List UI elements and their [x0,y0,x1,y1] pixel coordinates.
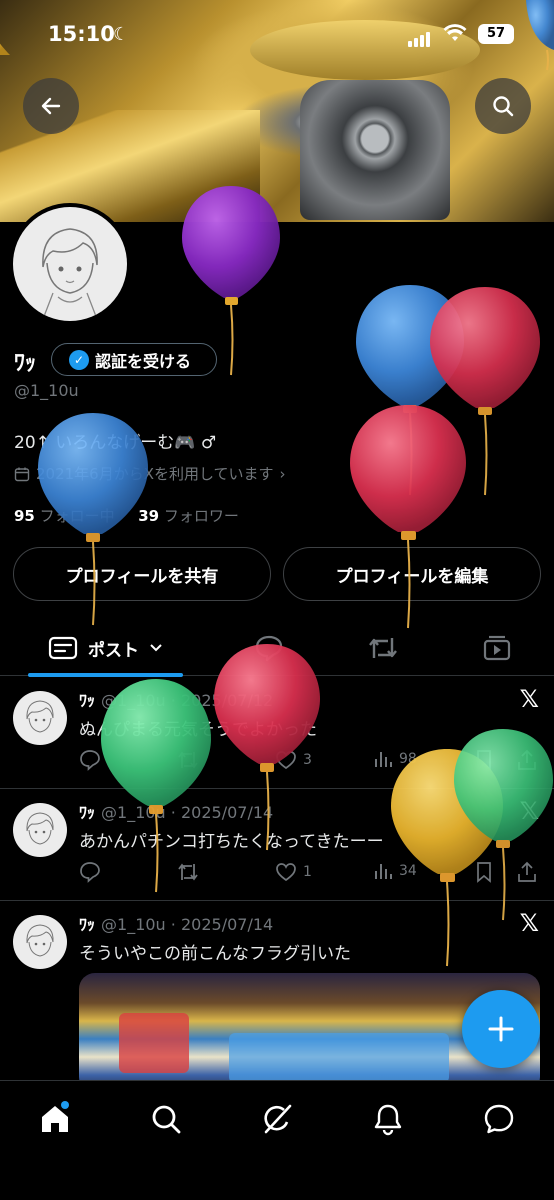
join-date-text: 2021年6月からXを利用しています [36,465,274,483]
bookmark-button[interactable] [475,749,493,771]
x-logo-icon: 𝕏 [519,909,539,937]
profile-name: ﾜｯ [14,351,37,376]
repost-tab-icon [369,638,397,658]
messages-icon [484,1104,514,1134]
like-icon [276,751,296,770]
repost-button[interactable] [176,749,200,771]
reply-icon [80,862,100,883]
x-logo-icon: 𝕏 [519,685,539,713]
signal-icon [408,28,432,47]
post-text: あかんパチンコ打ちたくなってきたーー [79,832,384,852]
like-button[interactable]: 1 [275,861,312,883]
post-meta: ﾜｯ @1_10u · 2025/07/14 [79,803,274,822]
get-verified-label: 認証を受ける [95,351,192,371]
profile-tabs: ポスト [0,620,554,677]
post-item[interactable]: ﾜｯ @1_10u · 2025/07/14 𝕏 あかんパチンコ打ちたくなってきた… [0,789,554,901]
bottom-nav [0,1080,554,1200]
nav-home[interactable] [35,1099,75,1139]
post-meta: ﾜｯ @1_10u · 2025/07/14 [79,915,274,934]
edit-profile-button[interactable]: プロフィールを編集 [283,547,541,601]
follow-stats: 95 フォロー中 39 フォロワー [14,505,239,526]
post-text: そういやこの前こんなフラグ引いた [79,944,351,964]
share-icon [518,861,536,882]
reply-tab-icon [255,635,283,662]
repost-icon [178,863,198,881]
battery-icon: 57 [478,24,514,44]
notifications-icon [374,1104,402,1136]
compose-button[interactable] [462,990,540,1068]
profile-bio: 20↑ いろんなげーむ🎮 ♂ [14,433,217,453]
following-link[interactable]: 95 フォロー中 [14,507,115,525]
balloon-blue [356,285,464,496]
reply-button[interactable] [79,861,101,883]
share-icon [518,749,536,770]
join-date[interactable]: 2021年6月からXを利用しています › [14,463,286,484]
verified-badge-icon: ✓ [69,349,89,370]
views-icon [375,752,392,767]
like-button[interactable]: 3 [275,749,312,771]
notification-dot [61,1101,69,1109]
tab-posts[interactable]: ポスト [28,620,183,677]
post-image-detail [229,1033,449,1083]
followers-link[interactable]: 39 フォロワー [138,507,239,525]
bookmark-icon [477,862,491,883]
views-button[interactable]: 98 [373,749,417,769]
like-icon [276,863,296,882]
post-meta: ﾜｯ @1_10u · 2025/07/12 [79,691,274,710]
tab-reposts[interactable] [362,620,404,676]
views-icon [375,864,392,879]
grok-icon [264,1104,292,1134]
reply-icon [80,750,100,771]
status-bar: 15:10 ☾ 57 [0,18,554,58]
bookmark-button[interactable] [475,861,493,883]
profile-avatar[interactable] [9,203,131,325]
repost-button[interactable] [176,861,200,883]
post-actions: 1 34 [79,861,539,885]
search-icon [493,96,514,117]
plus-icon [488,1016,514,1042]
post-item[interactable]: ﾜｯ @1_10u · 2025/07/12 𝕏 ぬんぴまる元気そうでよかった 3… [0,677,554,789]
banner-art-mask [300,80,450,220]
reply-button[interactable] [79,749,101,771]
get-verified-button[interactable]: ✓ 認証を受ける [51,343,217,376]
nav-notifications[interactable] [368,1099,408,1139]
search-button[interactable] [475,78,531,134]
media-tab-icon [483,635,511,661]
x-logo-icon: 𝕏 [519,797,539,825]
nav-messages[interactable] [479,1099,519,1139]
back-button[interactable] [23,78,79,134]
repost-icon [178,751,198,769]
status-time: 15:10 [48,22,115,46]
wifi-icon [443,24,467,48]
nav-grok[interactable] [257,1099,297,1139]
tab-replies[interactable] [248,620,290,676]
post-actions: 3 98 [79,749,539,773]
post-avatar[interactable] [13,691,67,745]
tab-media[interactable] [476,620,518,676]
profile-handle: @1_10u [14,381,79,400]
post-text: ぬんぴまる元気そうでよかった [79,720,317,740]
tab-posts-label: ポスト [88,640,139,661]
post-avatar[interactable] [13,915,67,969]
balloon-red [430,287,540,496]
search-icon [152,1105,181,1134]
calendar-icon [14,467,30,481]
chevron-right-icon: › [279,464,286,483]
bookmark-icon [477,750,491,771]
share-profile-button[interactable]: プロフィールを共有 [13,547,271,601]
nav-search[interactable] [146,1099,186,1139]
moon-icon: ☾ [113,24,130,45]
share-button[interactable] [517,749,537,771]
chevron-down-icon[interactable] [149,643,163,653]
views-button[interactable]: 34 [373,861,417,881]
posts-icon [48,636,78,660]
back-arrow-icon [41,97,61,115]
share-button[interactable] [517,861,537,883]
post-image-detail [119,1013,189,1073]
post-avatar[interactable] [13,803,67,857]
